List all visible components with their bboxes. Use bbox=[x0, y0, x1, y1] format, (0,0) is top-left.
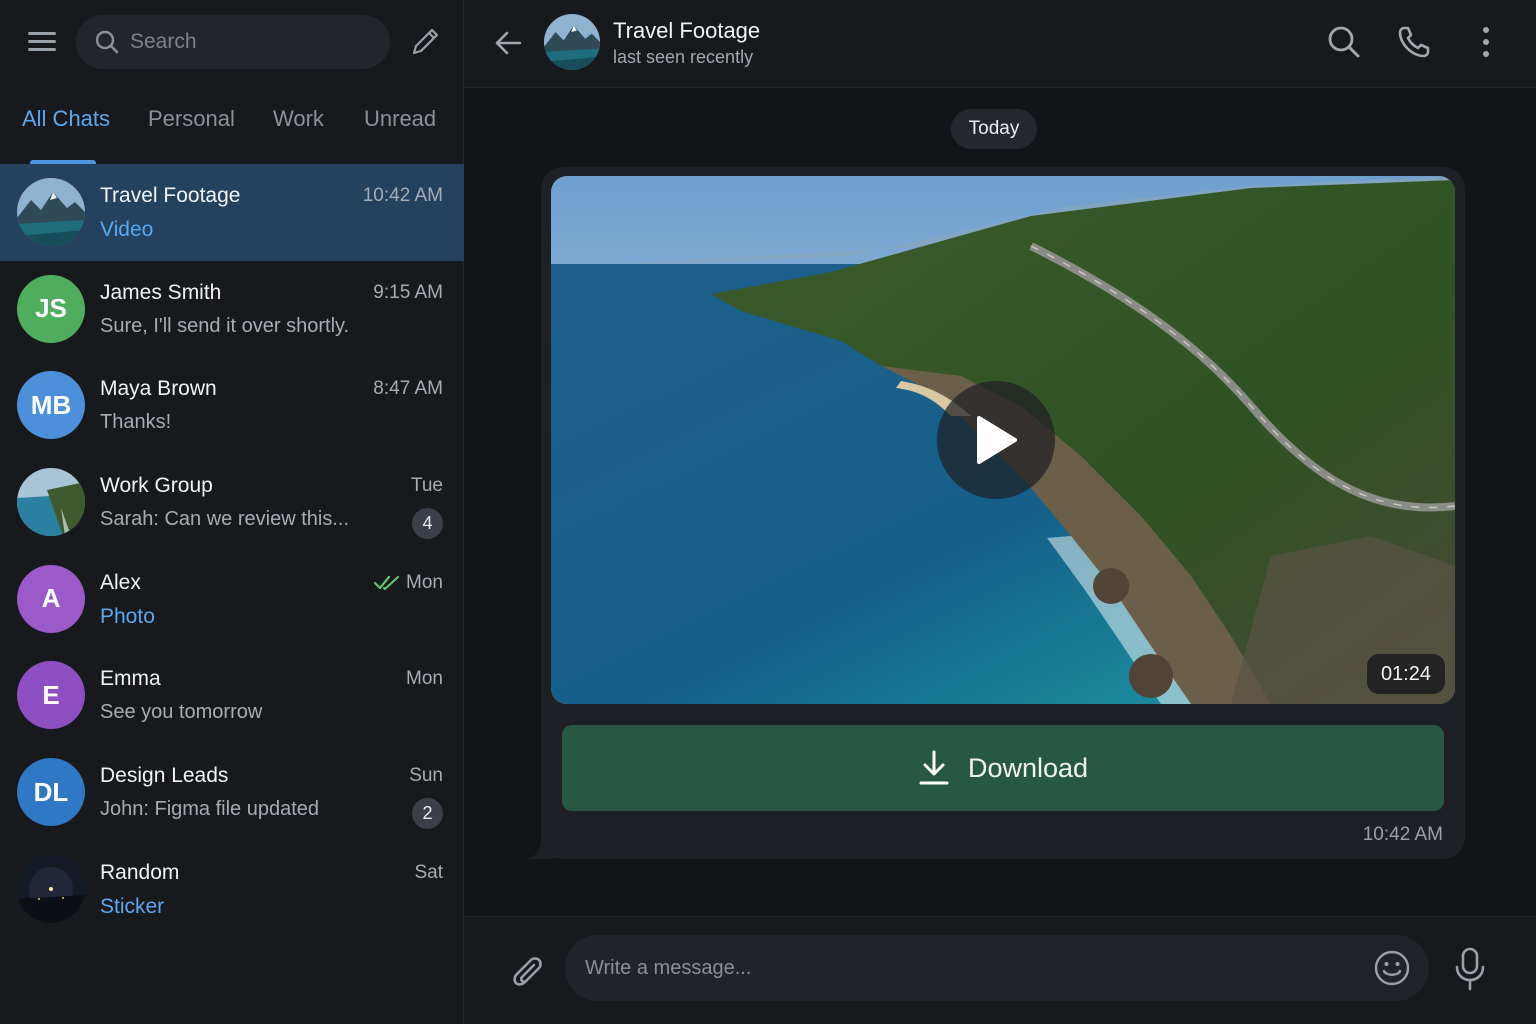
bubble-tail bbox=[529, 839, 553, 859]
video-message-bubble: 01:24 Download 10:42 AM bbox=[529, 167, 1465, 859]
avatar bbox=[17, 178, 85, 246]
search-bar[interactable] bbox=[76, 15, 390, 69]
avatar: DL bbox=[17, 758, 85, 827]
paperclip-icon[interactable] bbox=[508, 951, 548, 991]
chat-item-emma[interactable]: E Emma See you tomorrow Mon bbox=[0, 647, 464, 744]
video-duration: 01:24 bbox=[1366, 654, 1445, 694]
unread-count-badge: 2 bbox=[412, 798, 443, 830]
chat-time: Mon bbox=[406, 668, 443, 690]
download-label: Download bbox=[967, 752, 1089, 783]
chat-time-text: 8:47 AM bbox=[373, 378, 443, 400]
avatar[interactable] bbox=[544, 14, 600, 70]
double-check-icon bbox=[374, 575, 400, 590]
avatar: E bbox=[17, 661, 85, 730]
message-timestamp: 10:42 AM bbox=[1362, 824, 1443, 845]
tab-work[interactable]: Work bbox=[273, 106, 324, 132]
chat-preview: Sticker bbox=[100, 894, 165, 918]
chat-name: James Smith bbox=[100, 280, 222, 304]
play-button[interactable] bbox=[937, 381, 1055, 499]
chat-item-travel-footage[interactable]: Travel Footage Video 10:42 AM bbox=[0, 164, 464, 261]
chat-item-james-smith[interactable]: JS James Smith Sure, I'll send it over s… bbox=[0, 261, 464, 358]
chat-title: Travel Footage bbox=[613, 18, 761, 43]
chat-name: Alex bbox=[100, 570, 141, 594]
chat-time-text: Sun bbox=[409, 765, 443, 787]
search-icon[interactable] bbox=[1326, 24, 1362, 60]
chat-list: Travel Footage Video 10:42 AM JS James S… bbox=[0, 164, 464, 938]
chat-time-text: Tue bbox=[410, 475, 443, 497]
tab-personal[interactable]: Personal bbox=[148, 106, 235, 132]
chat-preview: Sarah: Can we review this... bbox=[100, 508, 349, 531]
avatar: MB bbox=[17, 371, 85, 440]
chat-item-alex[interactable]: A Alex Photo Mon bbox=[0, 551, 464, 648]
hamburger-menu-icon[interactable] bbox=[26, 28, 58, 56]
chat-name: Emma bbox=[100, 667, 161, 691]
chat-preview: Video bbox=[100, 218, 154, 241]
chat-item-work-group[interactable]: Work Group Sarah: Can we review this... … bbox=[0, 454, 464, 551]
chat-time-text: Sat bbox=[414, 861, 443, 883]
search-input[interactable] bbox=[130, 30, 360, 54]
chat-time-text: 10:42 AM bbox=[362, 185, 443, 206]
chat-time: Sun bbox=[409, 765, 443, 787]
chat-name: Travel Footage bbox=[100, 184, 241, 207]
chat-preview: Photo bbox=[100, 604, 155, 628]
avatar bbox=[17, 854, 85, 923]
chat-time-text: Mon bbox=[406, 571, 443, 593]
search-icon bbox=[95, 30, 119, 54]
compose-pencil-icon[interactable] bbox=[408, 24, 442, 60]
chat-preview: See you tomorrow bbox=[100, 701, 263, 724]
chat-time: Sat bbox=[414, 862, 443, 884]
chat-time-text: Mon bbox=[406, 668, 443, 690]
night-sky-avatar-icon bbox=[17, 854, 85, 923]
chat-name: Random bbox=[100, 860, 180, 884]
phone-icon[interactable] bbox=[1396, 24, 1432, 60]
conversation-pane: Travel Footage last seen recently Today bbox=[464, 0, 1536, 1024]
unread-count-badge: 4 bbox=[412, 508, 443, 540]
chat-time-text: 9:15 AM bbox=[373, 281, 443, 303]
chat-time: Mon bbox=[374, 572, 443, 594]
sidebar-toolbar bbox=[0, 0, 464, 86]
message-input-wrapper bbox=[565, 935, 1429, 1001]
message-input[interactable] bbox=[585, 935, 1345, 1001]
chat-preview: Thanks! bbox=[100, 411, 172, 434]
chat-time: Tue bbox=[411, 475, 443, 497]
chat-item-maya-brown[interactable]: MB Maya Brown Thanks! 8:47 AM bbox=[0, 357, 464, 454]
chat-item-design-leads[interactable]: DL Design Leads John: Figma file updated… bbox=[0, 744, 464, 841]
chat-time: 10:42 AM bbox=[363, 185, 443, 207]
avatar: A bbox=[17, 564, 85, 633]
download-button[interactable]: Download bbox=[562, 725, 1444, 811]
last-seen-status: last seen recently bbox=[613, 47, 754, 67]
download-icon bbox=[919, 750, 949, 785]
video-thumbnail[interactable]: 01:24 bbox=[551, 176, 1455, 704]
messenger-app: All Chats Personal Work Unread Travel Fo… bbox=[0, 0, 1536, 1024]
avatar bbox=[17, 468, 85, 537]
landscape-avatar-icon bbox=[544, 14, 600, 70]
date-separator: Today bbox=[951, 109, 1037, 149]
chat-time: 8:47 AM bbox=[373, 378, 443, 400]
chat-time: 9:15 AM bbox=[373, 282, 443, 304]
microphone-icon[interactable] bbox=[1452, 947, 1488, 991]
chat-item-random[interactable]: Random Sticker Sat bbox=[0, 841, 464, 938]
chat-preview: John: Figma file updated bbox=[100, 798, 320, 821]
back-arrow-icon[interactable] bbox=[492, 26, 526, 60]
tab-unread[interactable]: Unread bbox=[364, 106, 436, 132]
coast-avatar-icon bbox=[17, 468, 85, 537]
more-options-icon[interactable] bbox=[1468, 24, 1504, 60]
avatar: JS bbox=[17, 274, 85, 343]
emoji-icon[interactable] bbox=[1373, 949, 1411, 987]
tab-all-chats[interactable]: All Chats bbox=[22, 106, 110, 132]
chat-name: Maya Brown bbox=[100, 377, 217, 401]
landscape-avatar-icon bbox=[17, 178, 85, 246]
chat-sidebar: All Chats Personal Work Unread Travel Fo… bbox=[0, 0, 464, 1024]
chat-name: Design Leads bbox=[100, 764, 229, 788]
conversation-header: Travel Footage last seen recently bbox=[464, 0, 1536, 88]
message-composer bbox=[464, 916, 1536, 1024]
chat-name: Work Group bbox=[100, 474, 213, 498]
chat-preview: Sure, I'll send it over shortly. bbox=[100, 314, 350, 337]
chat-folder-tabs: All Chats Personal Work Unread bbox=[0, 96, 464, 164]
play-icon bbox=[977, 416, 1017, 464]
